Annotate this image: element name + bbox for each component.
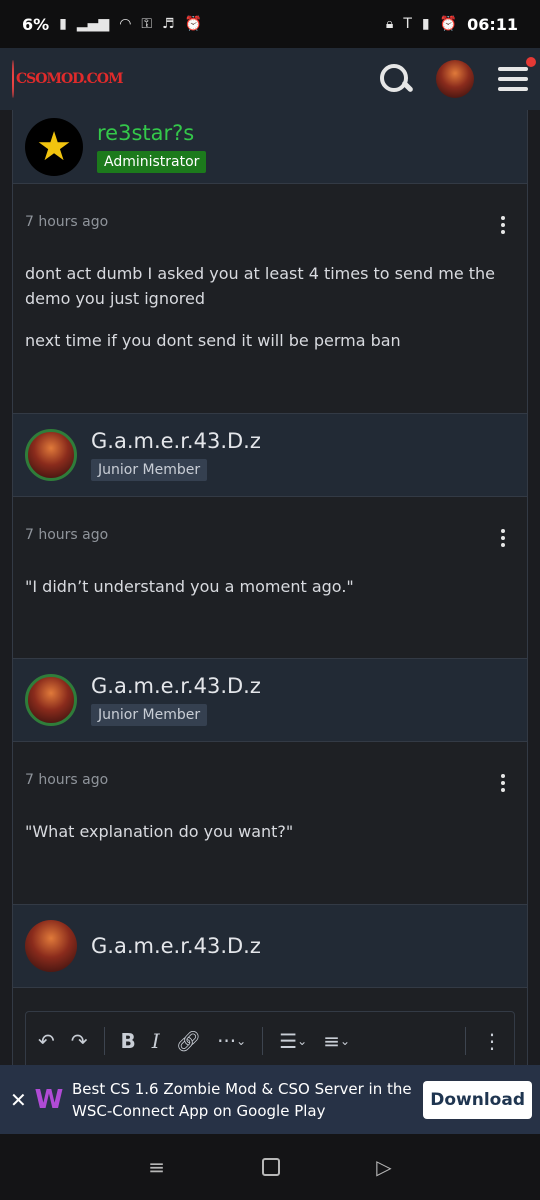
post-author-bar: ★ re3star?s Administrator [12,110,528,184]
toolbar-divider [465,1027,466,1055]
author-avatar[interactable] [25,674,77,726]
wsc-connect-logo: W [34,1084,64,1115]
align-icon[interactable]: ≡ ⌄ [323,1029,350,1053]
status-bar-left: 6% ▮ ▂▄▆ ◠ ⚿ ♬ ⏰ [22,15,202,34]
logo-text: CSOMOD.COM [16,71,123,87]
post-paragraph: "What explanation do you want?" [25,822,294,841]
status-bar-right: 🔒︎ T ▮ ⏰ 06:11 [386,15,518,34]
recent-apps-icon[interactable]: ≡ [148,1155,165,1179]
post-paragraph: dont act dumb I asked you at least 4 tim… [25,264,496,308]
role-badge: Administrator [97,150,207,173]
battery-percent: 6% [22,14,50,34]
reply-author-bar: G.a.m.e.r.43.D.z [12,904,528,988]
wifi-icon: ◠ [119,16,132,32]
download-button[interactable]: Download [423,1080,532,1119]
author-avatar[interactable] [25,920,77,972]
bold-button[interactable]: B [121,1029,136,1053]
post-author-bar: G.a.m.e.r.43.D.z Junior Member [12,413,528,497]
vertical-dots-icon[interactable] [501,216,505,234]
author-name[interactable]: G.a.m.e.r.43.D.z [91,674,261,698]
logo-emblem [12,60,14,98]
clock: 06:11 [467,14,518,34]
author-name[interactable]: G.a.m.e.r.43.D.z [91,429,261,453]
header-actions [378,57,536,98]
post-paragraph: next time if you dont send it will be pe… [25,331,401,350]
banner-text: Best CS 1.6 Zombie Mod & CSO Server in t… [72,1079,412,1120]
redo-icon[interactable]: ↷ [71,1029,88,1053]
post-body: 7 hours ago "What explanation do you wan… [12,742,528,904]
signal-icon: ▂▄▆ [76,16,110,32]
role-badge: Junior Member [91,459,208,481]
key-icon: ⚿ [141,16,153,32]
author-info: G.a.m.e.r.43.D.z Junior Member [91,674,261,726]
author-info: G.a.m.e.r.43.D.z Junior Member [91,429,261,481]
battery-icon: ▮ [59,16,67,32]
author-info: G.a.m.e.r.43.D.z [91,934,261,958]
app-promo-banner: ✕ W Best CS 1.6 Zombie Mod & CSO Server … [0,1065,540,1134]
list-icon[interactable]: ☰ ⌄ [279,1029,307,1053]
star-avatar[interactable]: ★ [25,117,83,176]
search-icon[interactable] [378,62,414,96]
post-paragraph: "I didn’t understand you a moment ago." [25,577,354,596]
italic-button[interactable]: I [152,1029,160,1053]
link-icon[interactable]: 🔗︎ [176,1029,201,1053]
alarm-icon-right: ⏰ [439,16,458,32]
thread-content: ★ re3star?s Administrator 7 hours ago do… [12,110,528,1065]
more-formatting-button[interactable]: ··· ⌄ [217,1029,246,1053]
vertical-dots-icon[interactable] [501,774,505,792]
vertical-dots-icon[interactable] [501,529,505,547]
headphones-icon: ♬ [162,16,175,32]
user-avatar[interactable] [436,60,474,98]
post-body: 7 hours ago dont act dumb I asked you at… [12,184,528,413]
post-author-bar: G.a.m.e.r.43.D.z Junior Member [12,658,528,742]
post-body: 7 hours ago "I didn’t understand you a m… [12,497,528,658]
vertical-dots-icon[interactable]: ⋮ [482,1029,502,1053]
author-name[interactable]: re3star?s [97,121,206,145]
author-avatar[interactable] [25,429,77,481]
home-icon[interactable] [261,1158,280,1176]
status-bar: 6% ▮ ▂▄▆ ◠ ⚿ ♬ ⏰ 🔒︎ T ▮ ⏰ 06:11 [0,0,540,48]
more-label: ··· [217,1029,237,1053]
post-time: 7 hours ago [25,772,109,788]
app-t-icon: T [403,16,412,32]
chevron-down-icon: ⌄ [236,1034,247,1048]
undo-icon[interactable]: ↶ [38,1029,55,1053]
site-header: CSOMOD.COM [0,48,540,110]
close-icon[interactable]: ✕ [10,1088,28,1112]
editor-toolbar: ↶ ↷ B I 🔗︎ ··· ⌄ ☰ ⌄ ≡ ⌄ ⋮ [25,1011,515,1071]
author-name[interactable]: G.a.m.e.r.43.D.z [91,934,261,958]
lock-icon: 🔒︎ [385,16,394,32]
notification-dot [526,57,536,67]
system-nav-bar: ≡ ▷ [0,1134,540,1200]
toolbar-divider [103,1027,105,1055]
toolbar-divider [262,1027,264,1055]
hamburger-menu-icon[interactable] [498,57,536,91]
author-info: re3star?s Administrator [97,121,207,173]
post-time: 7 hours ago [25,527,109,543]
site-logo[interactable]: CSOMOD.COM [12,59,123,99]
post-time: 7 hours ago [25,214,109,230]
role-badge: Junior Member [91,704,208,726]
battery-saver-icon: ▮ [421,16,430,32]
back-icon[interactable]: ▷ [376,1155,391,1179]
alarm-icon: ⏰ [184,16,203,32]
